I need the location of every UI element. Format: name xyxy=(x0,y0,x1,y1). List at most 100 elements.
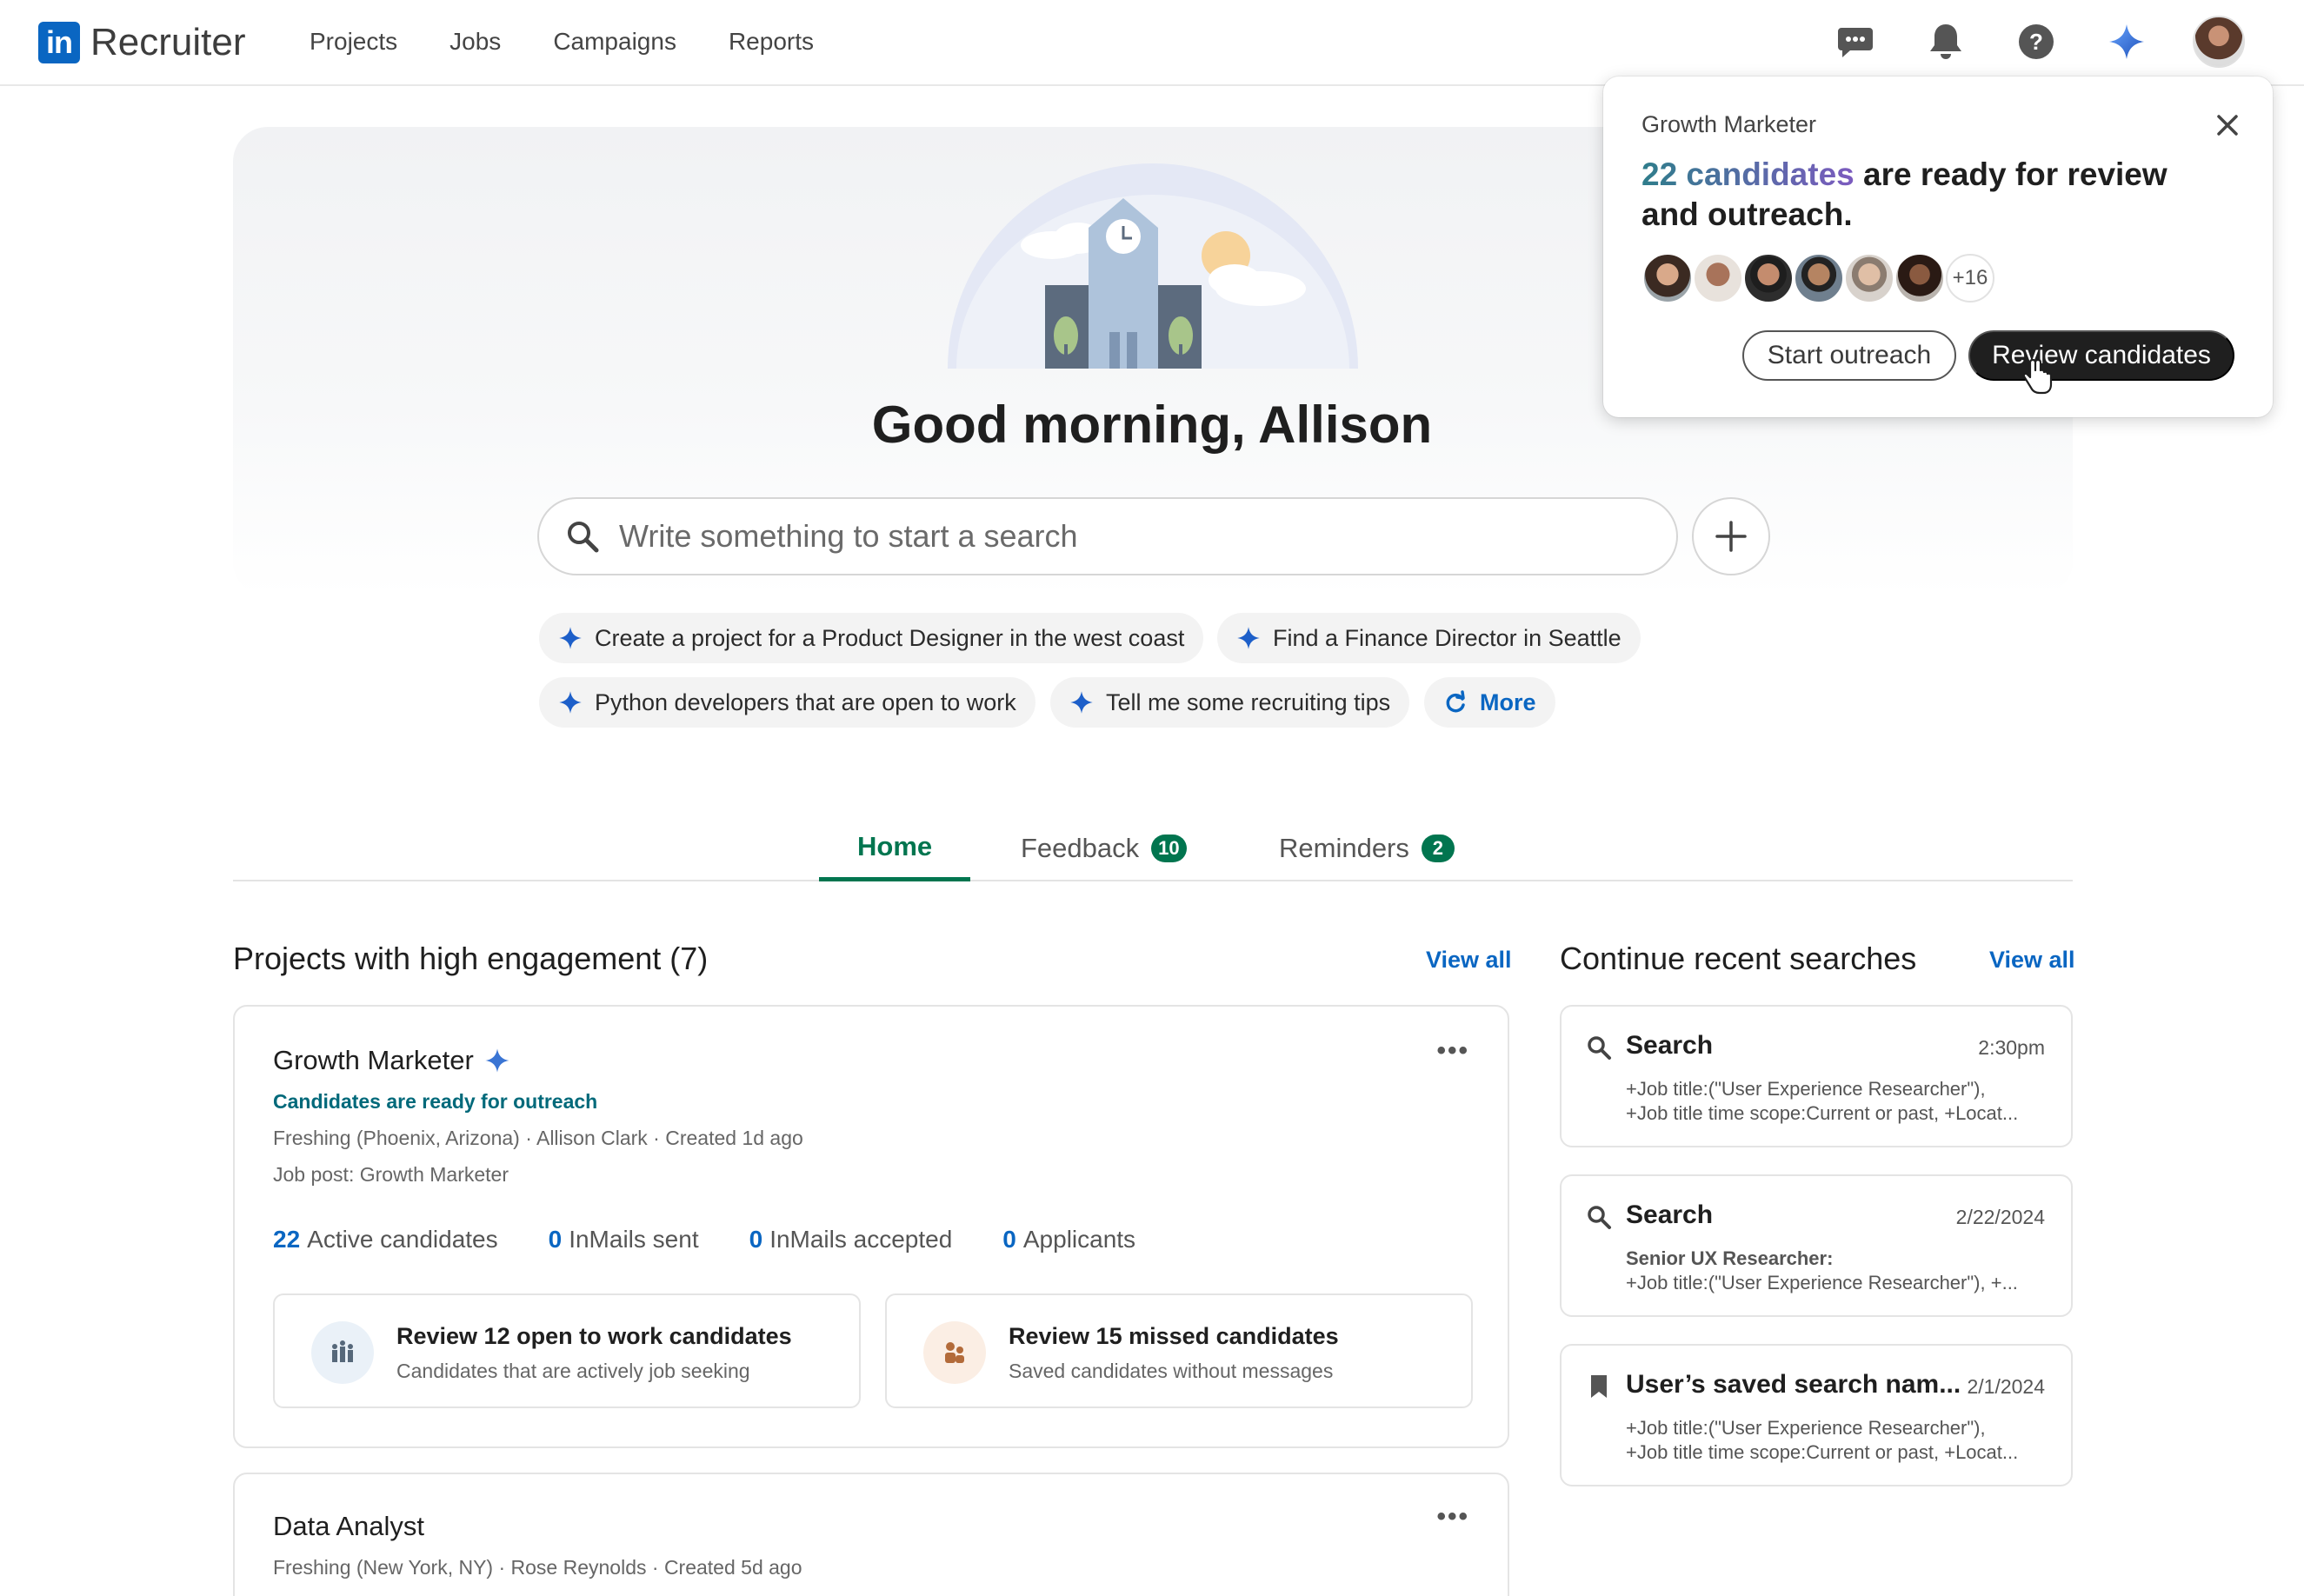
nav-link-campaigns[interactable]: Campaigns xyxy=(553,28,676,56)
candidate-avatar xyxy=(1793,252,1845,304)
stat-inmails-sent[interactable]: 0 InMails sent xyxy=(549,1226,699,1254)
review-candidates-button[interactable]: Review candidates xyxy=(1968,330,2234,381)
sparkle-icon xyxy=(1070,691,1093,714)
action-subtitle: Saved candidates without messages xyxy=(1009,1360,1334,1382)
project-meta: Freshing (New York, NY) · Rose Reynolds … xyxy=(273,1556,802,1579)
stat-value: 0 xyxy=(1002,1226,1016,1253)
search-icon xyxy=(568,522,599,553)
add-button[interactable] xyxy=(1692,497,1770,575)
refresh-icon xyxy=(1446,690,1465,713)
top-nav: in Recruiter Projects Jobs Campaigns Rep… xyxy=(0,0,2304,86)
suggestion-chip-python-developers[interactable]: Python developers that are open to work xyxy=(539,677,1035,728)
project-title[interactable]: Growth Marketer xyxy=(273,1045,510,1076)
candidate-count-highlight[interactable]: 22 candidates xyxy=(1641,156,1855,192)
candidates-ready-popover: Growth Marketer 22 candidates are ready … xyxy=(1603,76,2273,417)
candidate-avatar xyxy=(1692,252,1744,304)
recent-searches-view-all-link[interactable]: View all xyxy=(1989,947,2075,974)
recent-searches-title: Continue recent searches xyxy=(1560,941,1917,976)
suggestion-label: Find a Finance Director in Seattle xyxy=(1273,624,1621,651)
search-criteria-line: +Job title:("User Experience Researcher"… xyxy=(1626,1417,1986,1439)
tab-reminders[interactable]: Reminders 2 xyxy=(1279,815,1455,881)
nav-link-projects[interactable]: Projects xyxy=(310,28,397,56)
suggestion-label: Create a project for a Product Designer … xyxy=(595,624,1185,651)
more-options-icon[interactable]: ••• xyxy=(1436,1036,1469,1066)
office-illustration xyxy=(948,163,1358,369)
candidate-avatar xyxy=(1843,252,1895,304)
missed-candidates-icon xyxy=(923,1321,986,1384)
suggestion-label: Tell me some recruiting tips xyxy=(1106,688,1391,715)
recruiter-logo[interactable]: in Recruiter xyxy=(38,21,246,64)
stat-applicants[interactable]: 0 Applicants xyxy=(1002,1226,1135,1254)
ai-sparkle-icon[interactable] xyxy=(2102,17,2151,66)
suggestion-chip-product-designer[interactable]: Create a project for a Product Designer … xyxy=(539,613,1204,663)
sparkle-icon xyxy=(559,627,582,649)
profile-avatar[interactable] xyxy=(2193,16,2245,68)
candidate-avatar xyxy=(1742,252,1795,304)
tab-home[interactable]: Home xyxy=(819,815,971,881)
search-title: User’s saved search nam... xyxy=(1626,1370,1961,1399)
projects-section-title: Projects with high engagement (7) xyxy=(233,941,709,976)
action-subtitle: Candidates that are actively job seeking xyxy=(396,1360,750,1382)
action-title: Review 12 open to work candidates xyxy=(396,1323,792,1349)
close-icon[interactable] xyxy=(2214,111,2241,139)
recent-search-card[interactable]: Search 2/22/2024 Senior UX Researcher: +… xyxy=(1560,1174,2073,1317)
plus-icon xyxy=(1715,521,1747,552)
tab-label: Feedback xyxy=(1021,833,1140,863)
search-criteria-line: +Job title:("User Experience Researcher"… xyxy=(1626,1078,1986,1100)
nav-link-jobs[interactable]: Jobs xyxy=(449,28,501,56)
reminders-count-badge: 2 xyxy=(1421,835,1455,862)
primary-nav: Projects Jobs Campaigns Reports xyxy=(310,28,814,56)
popover-job-title: Growth Marketer xyxy=(1641,111,1817,137)
help-icon[interactable]: ? xyxy=(2012,17,2061,66)
search-criteria-line: +Job title time scope:Current or past, +… xyxy=(1626,1102,2019,1124)
search-criteria-line: Senior UX Researcher: xyxy=(1626,1247,1834,1269)
stat-label: InMails sent xyxy=(569,1226,699,1253)
hand-cursor-icon xyxy=(2022,358,2053,395)
recent-search-card[interactable]: Search 2:30pm +Job title:("User Experien… xyxy=(1560,1005,2073,1147)
review-open-to-work-card[interactable]: Review 12 open to work candidates Candid… xyxy=(273,1293,861,1408)
project-stats: 22 Active candidates 0 InMails sent 0 InMai… xyxy=(273,1226,1135,1254)
nav-link-reports[interactable]: Reports xyxy=(729,28,814,56)
start-outreach-button[interactable]: Start outreach xyxy=(1742,330,1956,381)
main-tabs: Home Feedback 10 Reminders 2 xyxy=(233,815,2073,881)
search-title: Search xyxy=(1626,1200,1714,1229)
notifications-icon[interactable] xyxy=(1921,17,1970,66)
saved-search-card[interactable]: User’s saved search nam... 2/1/2024 +Job… xyxy=(1560,1344,2073,1486)
project-card-growth-marketer[interactable]: Growth Marketer ••• Candidates are ready… xyxy=(233,1005,1509,1448)
search-date: 2/1/2024 xyxy=(1967,1375,2045,1398)
search-title: Search xyxy=(1626,1031,1714,1060)
project-job-post: Job post: Growth Marketer xyxy=(273,1163,509,1186)
search-icon xyxy=(1588,1206,1611,1229)
stat-active-candidates[interactable]: 22 Active candidates xyxy=(273,1226,498,1254)
open-to-work-icon xyxy=(311,1321,374,1384)
search-placeholder: Write something to start a search xyxy=(619,518,1078,554)
project-card-data-analyst[interactable]: Data Analyst ••• Freshing (New York, NY)… xyxy=(233,1473,1509,1596)
project-name[interactable]: Data Analyst xyxy=(273,1511,424,1542)
suggestion-label: Python developers that are open to work xyxy=(595,688,1016,715)
search-input[interactable]: Write something to start a search xyxy=(537,497,1678,575)
stat-inmails-accepted[interactable]: 0 InMails accepted xyxy=(749,1226,953,1254)
search-criteria-line: +Job title:("User Experience Researcher"… xyxy=(1626,1272,2018,1293)
more-options-icon[interactable]: ••• xyxy=(1436,1502,1469,1532)
svg-text:?: ? xyxy=(2029,29,2043,55)
projects-view-all-link[interactable]: View all xyxy=(1426,947,1512,974)
suggestion-chip-recruiting-tips[interactable]: Tell me some recruiting tips xyxy=(1050,677,1410,728)
sparkle-icon xyxy=(485,1048,509,1073)
review-missed-candidates-card[interactable]: Review 15 missed candidates Saved candid… xyxy=(885,1293,1473,1408)
stat-value: 0 xyxy=(548,1226,563,1253)
project-name: Growth Marketer xyxy=(273,1045,474,1075)
sparkle-icon xyxy=(559,691,582,714)
search-date: 2:30pm xyxy=(1978,1036,2045,1059)
tab-feedback[interactable]: Feedback 10 xyxy=(1021,815,1187,881)
popover-headline: 22 candidates are ready for review and o… xyxy=(1641,155,2233,235)
stat-label: InMails accepted xyxy=(769,1226,953,1253)
more-suggestions-button[interactable]: More xyxy=(1424,677,1555,728)
candidate-avatar xyxy=(1894,252,1946,304)
action-title: Review 15 missed candidates xyxy=(1009,1323,1339,1349)
candidate-avatar-stack[interactable]: +16 xyxy=(1641,252,1994,304)
candidate-avatar xyxy=(1641,252,1694,304)
project-meta: Freshing (Phoenix, Arizona) · Allison Cl… xyxy=(273,1127,803,1149)
messages-icon[interactable] xyxy=(1831,17,1880,66)
suggestion-chip-finance-director[interactable]: Find a Finance Director in Seattle xyxy=(1217,613,1641,663)
more-label: More xyxy=(1480,688,1536,715)
